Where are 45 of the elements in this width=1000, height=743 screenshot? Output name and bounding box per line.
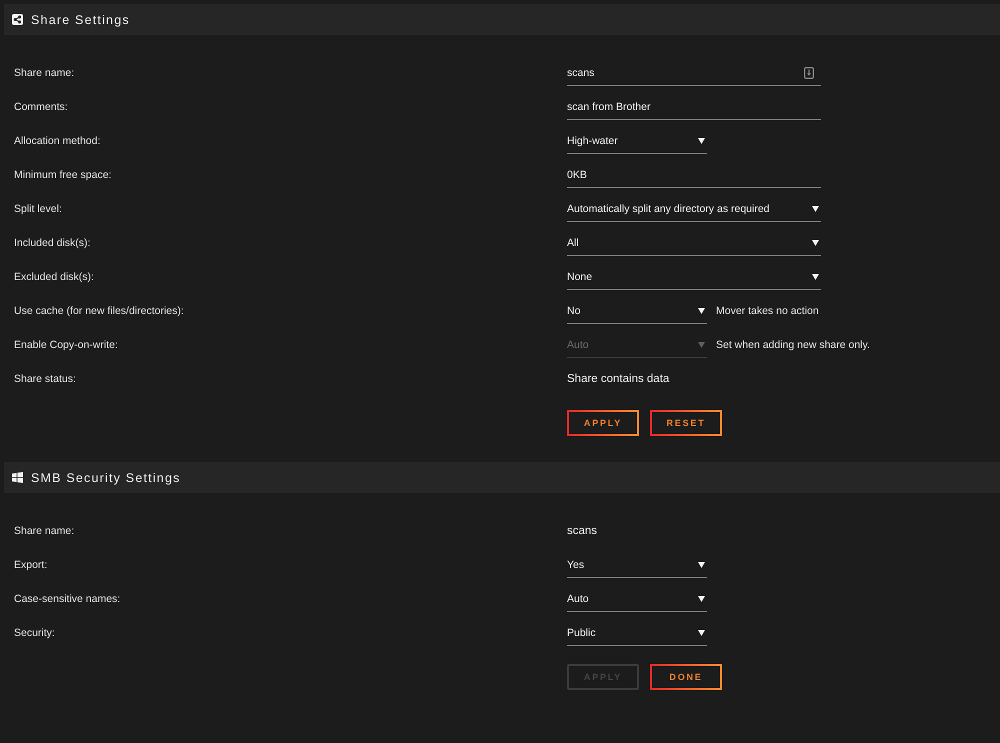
dropdown[interactable]: No <box>567 298 707 324</box>
field-label: Enable Copy-on-write: <box>13 339 119 351</box>
field-label: Share name: <box>13 67 76 79</box>
text-field[interactable]: 0KB <box>567 162 821 188</box>
field-label: Security: <box>13 627 56 639</box>
caret-icon <box>698 342 705 348</box>
dropdown[interactable]: All <box>567 230 821 256</box>
value-text: Share contains data <box>567 373 670 385</box>
field-label: Allocation method: <box>13 135 102 147</box>
field-label: Excluded disk(s): <box>13 271 95 283</box>
action-button[interactable]: RESET <box>650 410 722 436</box>
action-button[interactable]: DONE <box>650 664 722 690</box>
dropdown[interactable]: Auto <box>567 586 707 612</box>
section-title: Share Settings <box>31 12 130 26</box>
field-label: Share name: <box>13 525 76 537</box>
caret-icon <box>812 274 819 280</box>
field-label: Included disk(s): <box>13 237 92 249</box>
caret-icon <box>698 630 705 636</box>
hint-text: Mover takes no action <box>716 305 819 317</box>
dropdown[interactable]: High-water <box>567 128 707 154</box>
text-field[interactable]: scans <box>567 60 821 86</box>
field-label: Export: <box>13 559 48 571</box>
field-label: Split level: <box>13 203 63 215</box>
dropdown[interactable]: Automatically split any directory as required <box>567 196 821 222</box>
text-field[interactable]: scan from Brother <box>567 94 821 120</box>
field-label: Share status: <box>13 373 77 385</box>
caret-icon <box>812 206 819 212</box>
caret-icon <box>698 308 705 314</box>
dropdown[interactable]: Public <box>567 620 707 646</box>
value-text: scans <box>567 525 598 537</box>
action-button[interactable]: APPLY <box>567 410 639 436</box>
field-label: Case-sensitive names: <box>13 593 122 605</box>
section-title: SMB Security Settings <box>31 470 181 484</box>
field-label: Use cache (for new files/directories): <box>13 305 185 317</box>
caret-icon <box>698 562 705 568</box>
caret-icon <box>698 596 705 602</box>
field-label: Minimum free space: <box>13 169 112 181</box>
caret-icon <box>812 240 819 246</box>
share-icon <box>12 14 23 25</box>
caret-icon <box>698 138 705 144</box>
dropdown[interactable]: Yes <box>567 552 707 578</box>
hint-text: Set when adding new share only. <box>716 339 870 351</box>
field-label: Comments: <box>13 101 69 113</box>
dropdown[interactable]: None <box>567 264 821 290</box>
windows-logo-icon <box>12 472 23 483</box>
